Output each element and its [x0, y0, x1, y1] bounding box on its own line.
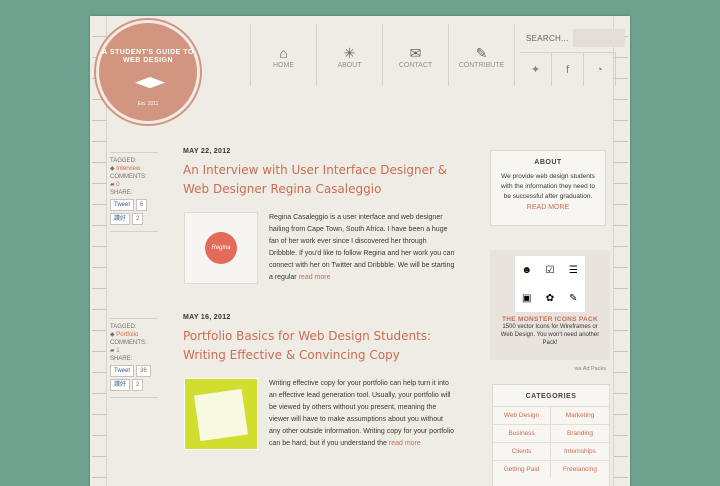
tagged-label: TAGGED:	[110, 158, 137, 164]
hand-writing-illustration	[194, 388, 248, 442]
read-more-link[interactable]: read more	[389, 440, 421, 447]
categories-widget: CATEGORIES Web Design Marketing Business…	[492, 384, 610, 486]
ad-text: 1500 vector Icons for Wireframes or Web …	[500, 324, 600, 346]
edit-icon: ✎	[569, 292, 578, 304]
ad-banner[interactable]: ☻ ☑ ☰ ▣ ✿ ✎ THE MONSTER ICONS PACK 1500 …	[490, 250, 610, 372]
category-link[interactable]: Clients	[493, 442, 551, 460]
twitter-icon[interactable]: ✦	[520, 53, 552, 86]
search-label: SEARCH...	[526, 33, 569, 43]
home-icon: ⌂	[279, 45, 288, 61]
categories-title: CATEGORIES	[525, 393, 577, 400]
search-input[interactable]	[572, 29, 625, 47]
excerpt-text: Regina Casaleggio is a user interface an…	[269, 214, 455, 281]
comment-count[interactable]: 1	[116, 348, 119, 354]
tweet-button[interactable]: Tweet	[110, 199, 135, 211]
nav-contact[interactable]: ✉ CONTACT	[383, 24, 449, 86]
ad-title: THE MONSTER ICONS PACK	[501, 316, 599, 323]
excerpt-text: Writing effective copy for your portfoli…	[269, 380, 455, 447]
post-title[interactable]: An Interview with User Interface Designe…	[183, 161, 455, 199]
pencil-icon: ✎	[475, 45, 488, 61]
nav-home-label: HOME	[273, 62, 294, 69]
graduation-cap-icon	[135, 77, 165, 89]
ad-via[interactable]: via Ad Packs	[575, 366, 607, 372]
post-meta: TAGGED: ◆ Portfolio COMMENTS: ▰ 1 SHARE:…	[110, 318, 158, 398]
post-thumbnail[interactable]: Regina	[184, 212, 258, 284]
person-icon: ☻	[521, 264, 532, 276]
category-link[interactable]: Marketing	[551, 406, 609, 424]
logo-text: A STUDENT'S GUIDE TO WEB DESIGN	[102, 49, 194, 64]
social-links: ✦ f ◔	[520, 53, 616, 86]
plant-icon: ✿	[545, 292, 555, 304]
nav-contact-label: CONTACT	[398, 62, 433, 69]
comments-label: COMMENTS:	[110, 340, 147, 346]
nav-home[interactable]: ⌂ HOME	[251, 24, 317, 86]
comment-count[interactable]: 0	[116, 182, 119, 188]
post-date: MAY 16, 2012	[183, 314, 231, 321]
about-widget: ABOUT We provide web design students wit…	[490, 150, 606, 226]
share-label: SHARE:	[110, 190, 133, 196]
category-link[interactable]: Branding	[551, 424, 609, 442]
page-container: A STUDENT'S GUIDE TO WEB DESIGN Est. 201…	[90, 16, 630, 486]
nav-about-label: ABOUT	[337, 62, 362, 69]
post-thumbnail[interactable]	[184, 378, 258, 450]
comments-label: COMMENTS:	[110, 174, 147, 180]
tweet-button[interactable]: Tweet	[110, 365, 135, 377]
facebook-like-button[interactable]: 讚好	[110, 379, 131, 391]
category-link[interactable]: Web Design	[493, 406, 551, 424]
post-meta: TAGGED: ◆ Interview COMMENTS: ▰ 0 SHARE:…	[110, 152, 158, 232]
post: MAY 16, 2012 Portfolio Basics for Web De…	[183, 314, 455, 450]
site-logo[interactable]: A STUDENT'S GUIDE TO WEB DESIGN Est. 201…	[96, 20, 200, 124]
about-title: ABOUT	[534, 159, 562, 166]
like-count: 2	[132, 213, 144, 225]
about-read-more[interactable]: READ MORE	[491, 204, 605, 211]
tag-icon: ◆	[110, 332, 115, 338]
clipboard-icon: ☑	[545, 264, 555, 276]
category-link[interactable]: Getting Paid	[493, 460, 551, 478]
post-excerpt: Regina Casaleggio is a user interface an…	[269, 212, 455, 284]
logo-est: Est. 2011	[137, 101, 159, 107]
rss-icon[interactable]: ◔	[584, 53, 616, 86]
comment-icon: ▰	[110, 348, 115, 354]
post-tag[interactable]: Portfolio	[116, 332, 138, 338]
nav-contribute[interactable]: ✎ CONTRIBUTE	[449, 24, 515, 86]
nav-contribute-label: CONTRIBUTE	[458, 62, 505, 69]
post-title[interactable]: Portfolio Basics for Web Design Students…	[183, 327, 455, 365]
tweet-count: 38	[136, 365, 151, 377]
tagged-label: TAGGED:	[110, 324, 137, 330]
tag-icon: ◆	[110, 166, 115, 172]
categories-grid: Web Design Marketing Business Branding C…	[493, 406, 609, 478]
lightbulb-icon: ✳	[343, 45, 356, 61]
facebook-icon[interactable]: f	[552, 53, 584, 86]
search-bar: SEARCH...	[520, 24, 625, 53]
regina-logo: Regina	[205, 232, 237, 264]
mail-icon: ✉	[409, 45, 422, 61]
post-excerpt: Writing effective copy for your portfoli…	[269, 378, 455, 450]
category-link[interactable]: Business	[493, 424, 551, 442]
facebook-like-button[interactable]: 讚好	[110, 213, 131, 225]
ad-image: ☻ ☑ ☰ ▣ ✿ ✎	[515, 256, 585, 312]
about-text: We provide web design students with the …	[501, 173, 595, 200]
comment-icon: ▰	[110, 182, 115, 188]
printer-icon: ▣	[521, 292, 532, 304]
tweet-count: 6	[136, 199, 148, 211]
category-link[interactable]: Freelancing	[551, 460, 609, 478]
search-social-box: SEARCH... ✦ f ◔	[520, 24, 625, 86]
post-date: MAY 22, 2012	[183, 148, 231, 155]
post: MAY 22, 2012 An Interview with User Inte…	[183, 148, 455, 284]
like-count: 2	[132, 379, 144, 391]
share-label: SHARE:	[110, 356, 133, 362]
sliders-icon: ☰	[568, 264, 578, 276]
category-link[interactable]: Internships	[551, 442, 609, 460]
main-nav: ⌂ HOME ✳ ABOUT ✉ CONTACT ✎ CONTRIBUTE	[250, 24, 515, 86]
read-more-link[interactable]: read more	[299, 274, 331, 281]
nav-about[interactable]: ✳ ABOUT	[317, 24, 383, 86]
post-tag[interactable]: Interview	[116, 166, 140, 172]
right-ruler	[613, 16, 628, 486]
